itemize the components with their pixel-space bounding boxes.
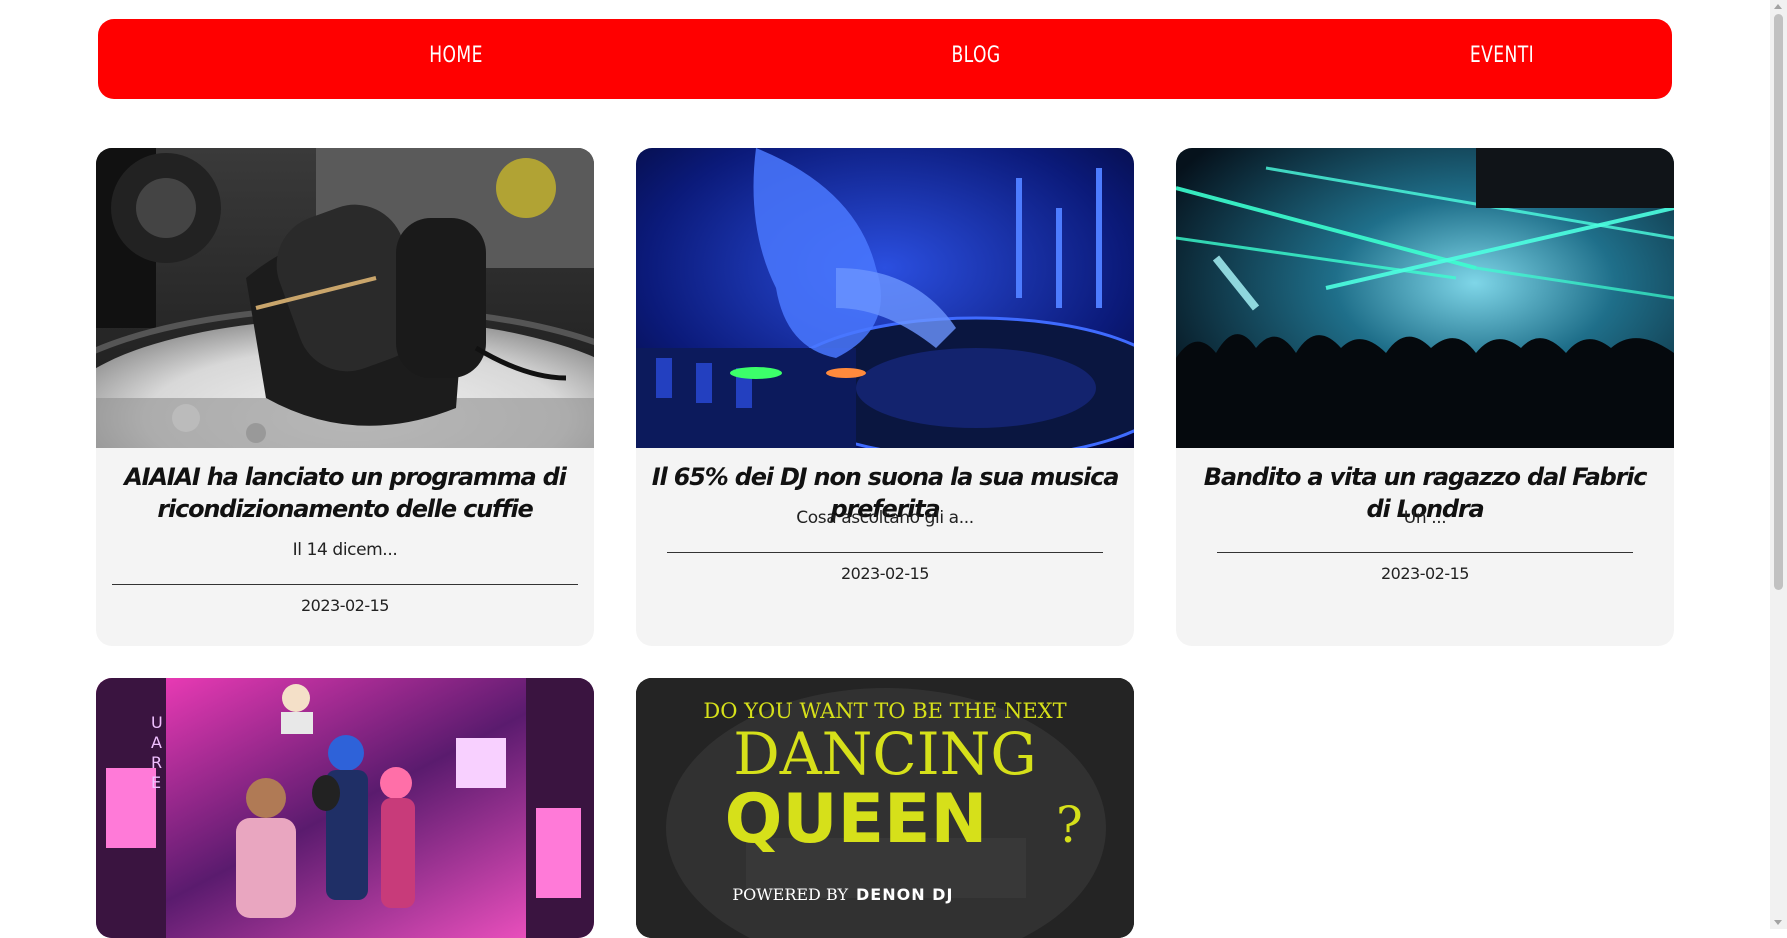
svg-text:R: R [151,753,162,772]
post-divider [667,552,1103,553]
post-card[interactable]: AIAIAI ha lanciato un programma di ricon… [96,148,594,646]
nav-item-blog[interactable]: BLOG [898,19,1054,99]
post-date: 2023-02-15 [1381,564,1469,583]
poster-brand: DENON DJ [856,885,953,904]
post-card[interactable]: Bandito a vita un ragazzo dal Fabric di … [1176,148,1674,646]
poster-line2: DANCING [733,720,1037,788]
post-excerpt: Il 14 dicem... [292,540,398,560]
post-excerpt: Un ... [1403,508,1447,528]
svg-text:A: A [151,733,162,752]
post-divider [112,584,578,585]
main-nav: HOME BLOG EVENTI [98,19,1672,99]
post-date: 2023-02-15 [301,596,389,615]
post-card[interactable]: U A R E [96,678,594,938]
scroll-thumb[interactable] [1774,14,1783,590]
post-image-club-crowd[interactable] [1176,148,1674,448]
post-image-animated-band[interactable]: U A R E [96,678,594,938]
post-card[interactable]: Il 65% dei DJ non suona la sua musica pr… [636,148,1134,646]
nav-item-home[interactable]: HOME [378,19,534,99]
post-image-dancing-queen[interactable]: DO YOU WANT TO BE THE NEXT DANCING QUEEN… [636,678,1134,938]
scroll-down-icon[interactable] [1774,920,1782,925]
post-image-headphones[interactable] [96,148,594,448]
post-image-dj-mixer[interactable] [636,148,1134,448]
nav-item-eventi[interactable]: EVENTI [1424,19,1580,99]
post-title[interactable]: AIAIAI ha lanciato un programma di ricon… [110,461,580,525]
post-divider [1217,552,1633,553]
page-scrollbar[interactable] [1770,0,1787,929]
scroll-up-icon[interactable] [1774,4,1782,9]
post-excerpt: Cosa ascoltano gli a... [796,508,974,528]
svg-text:U: U [151,713,163,732]
poster-line3-suffix: ? [1056,796,1083,854]
post-date: 2023-02-15 [841,564,929,583]
svg-text:E: E [151,773,161,792]
poster-powered: POWERED BY [732,885,848,904]
poster-line3: QUEEN [725,780,988,859]
post-card[interactable]: DO YOU WANT TO BE THE NEXT DANCING QUEEN… [636,678,1134,938]
